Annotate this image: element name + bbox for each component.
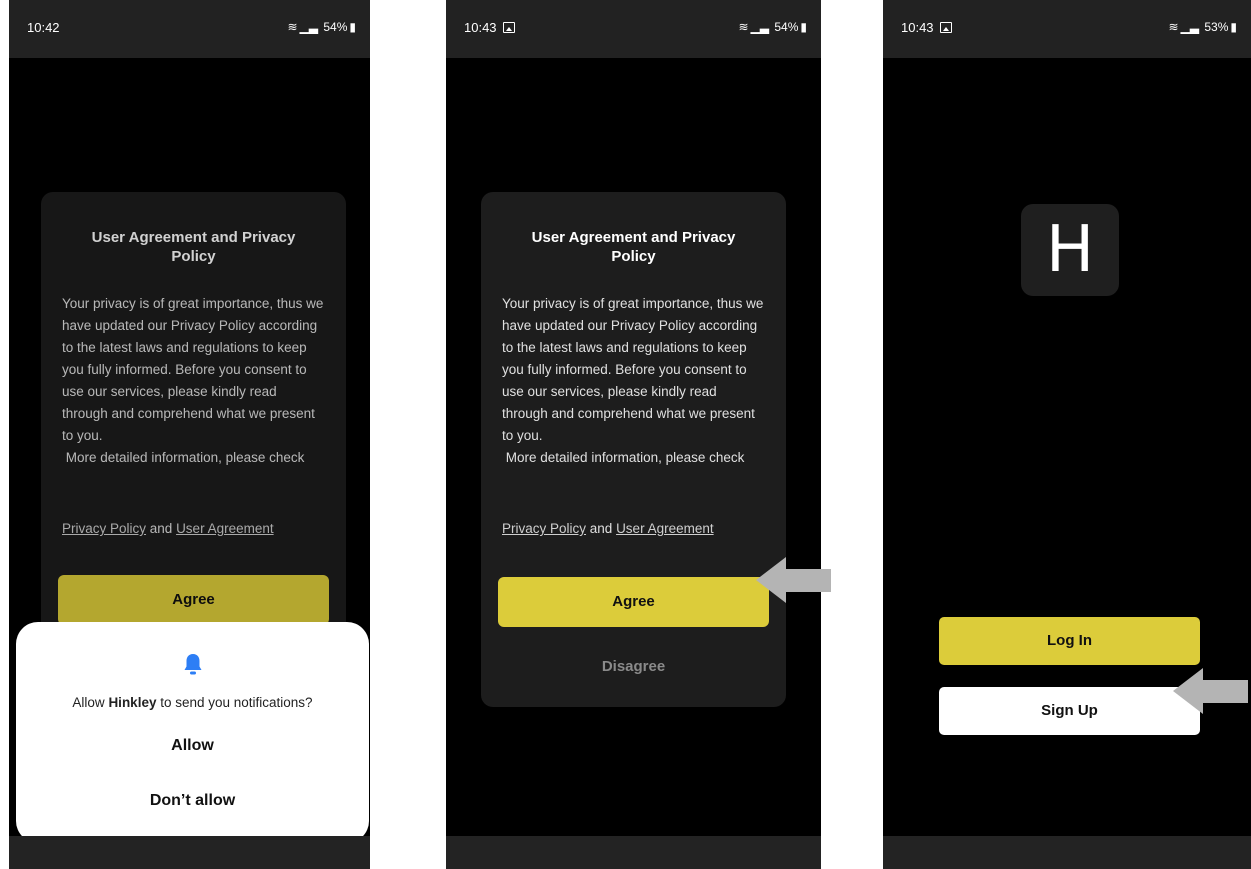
signal-icon: ▁▃ [1180, 20, 1200, 34]
image-notification-icon [939, 22, 952, 33]
status-bar: 10:43 ≋ ▁▃ 53% ▮ [883, 0, 1251, 58]
status-right: ≋ ▁▃ 54% ▮ [285, 20, 356, 34]
signal-icon: ▁▃ [750, 20, 770, 34]
navigation-bar [9, 836, 370, 869]
battery-level: 53% [1204, 20, 1229, 34]
status-time: 10:43 [901, 20, 952, 35]
status-bar: 10:43 ≋ ▁▃ 54% ▮ [446, 0, 821, 58]
arrow-pointer-icon [1173, 668, 1248, 714]
status-right: ≋ ▁▃ 53% ▮ [1166, 20, 1237, 34]
battery-icon: ▮ [349, 20, 356, 34]
links-and: and [586, 521, 617, 536]
dialog-body: Your privacy is of great importance, thu… [502, 296, 764, 465]
log-in-button[interactable]: Log In [939, 617, 1200, 665]
sign-up-button[interactable]: Sign Up [939, 687, 1200, 735]
navigation-bar [883, 836, 1251, 869]
battery-icon: ▮ [800, 20, 807, 34]
dont-allow-button[interactable]: Don’t allow [16, 792, 369, 810]
dialog-title: User Agreement and Privacy Policy [531, 229, 736, 265]
user-agreement-link[interactable]: User Agreement [616, 521, 714, 536]
dialog-links: Privacy Policy and User Agreement [502, 521, 714, 536]
agree-button[interactable]: Agree [498, 577, 769, 627]
signal-icon: ▁▃ [299, 20, 319, 34]
battery-level: 54% [323, 20, 348, 34]
battery-level: 54% [774, 20, 799, 34]
phone-screen-3: 10:43 ≋ ▁▃ 53% ▮ H Log In Sign Up [883, 0, 1251, 869]
allow-button[interactable]: Allow [16, 737, 369, 755]
status-bar: 10:42 ≋ ▁▃ 54% ▮ [9, 0, 370, 58]
permission-prefix: Allow [72, 695, 109, 710]
image-notification-icon [502, 22, 515, 33]
navigation-bar [446, 836, 821, 869]
arrow-pointer-icon [756, 557, 831, 603]
permission-suffix: to send you notifications? [156, 695, 313, 710]
phone-screen-2: 10:43 ≋ ▁▃ 54% ▮ User Agreement and Privac… [446, 0, 821, 869]
status-time-text: 10:43 [464, 20, 497, 35]
wifi-icon: ≋ [738, 20, 749, 34]
wifi-icon: ≋ [287, 20, 298, 34]
status-time: 10:42 [27, 20, 60, 35]
wifi-icon: ≋ [1168, 20, 1179, 34]
phone-screen-1: 10:42 ≋ ▁▃ 54% ▮ User Agreement and Privac… [9, 0, 370, 869]
battery-icon: ▮ [1230, 20, 1237, 34]
privacy-dialog: User Agreement and Privacy Policy Your p… [481, 192, 786, 707]
permission-message: Allow Hinkley to send you notifications? [16, 695, 369, 710]
status-time-text: 10:43 [901, 20, 934, 35]
app-logo: H [1021, 204, 1119, 296]
bell-icon [184, 654, 201, 675]
notification-permission-sheet: Allow Hinkley to send you notifications?… [16, 622, 369, 843]
status-time: 10:43 [464, 20, 515, 35]
status-right: ≋ ▁▃ 54% ▮ [736, 20, 807, 34]
privacy-policy-link[interactable]: Privacy Policy [502, 521, 586, 536]
permission-app-name: Hinkley [108, 695, 157, 710]
disagree-button[interactable]: Disagree [481, 658, 786, 675]
